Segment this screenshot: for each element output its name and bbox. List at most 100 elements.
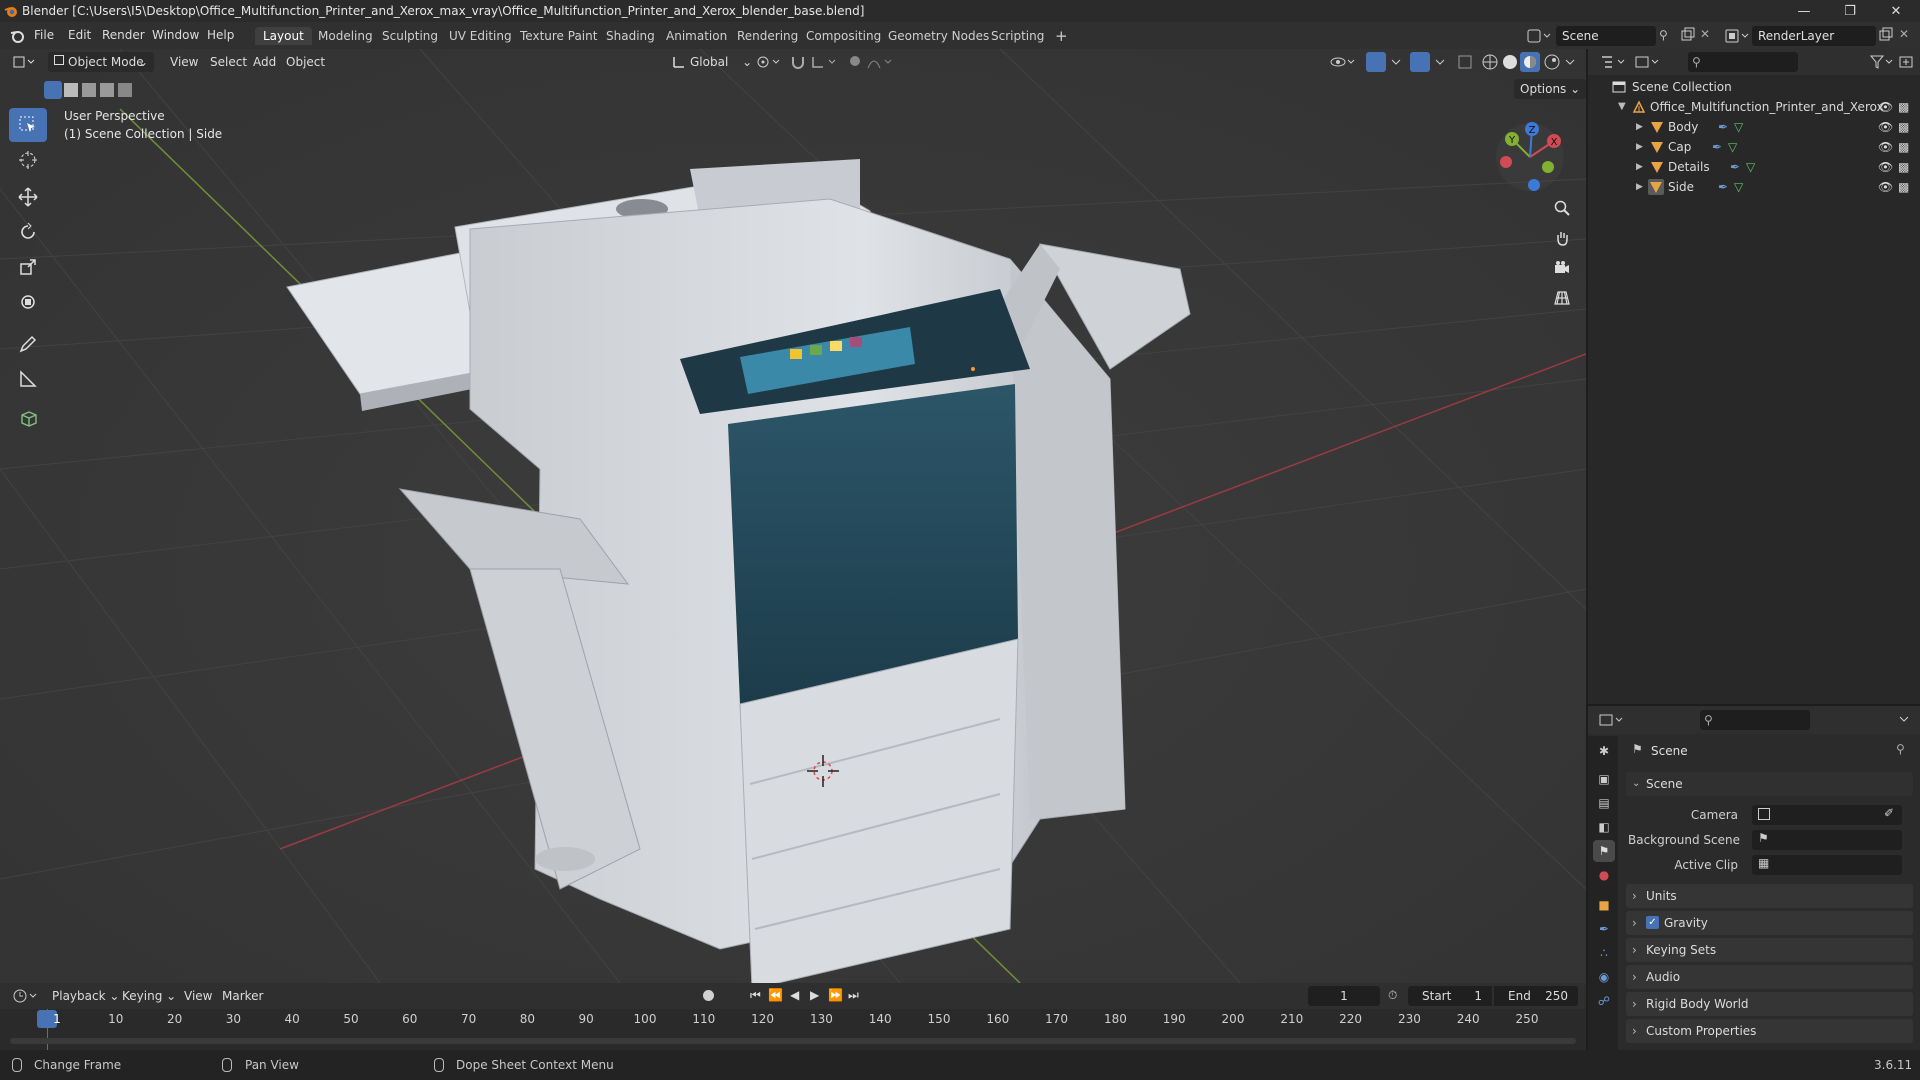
close-window-button[interactable]: ✕ [1874,0,1918,22]
blender-menu-icon[interactable] [9,28,25,43]
editor-type-icon[interactable] [12,54,38,70]
tab-view-layer[interactable]: ◧ [1593,816,1615,838]
render-layer-browse-icon[interactable] [1724,27,1750,45]
outliner-item-body[interactable]: ▶ Body ✒ ▽ 👁 ▩ [1588,117,1920,137]
wireframe-shading-icon[interactable] [1481,53,1499,71]
camera-render-icon[interactable]: ▩ [1898,177,1909,197]
tab-scripting[interactable]: Scripting [983,27,1052,45]
scale-tool[interactable] [9,250,47,284]
menu-add[interactable]: Add [247,52,282,72]
solid-shading-icon[interactable] [1501,53,1519,71]
tab-object[interactable]: ■ [1593,894,1615,916]
tab-tool[interactable]: ✱ [1593,740,1615,762]
select-box-tool[interactable] [9,108,47,142]
camera-render-icon[interactable]: ▩ [1898,97,1909,117]
panel-rigid-body-world[interactable]: › Rigid Body World [1626,992,1913,1016]
scene-browse-icon[interactable] [1526,27,1552,45]
eye-visibility-icon[interactable]: 👁 [1878,97,1893,117]
tab-rendering[interactable]: Rendering [729,27,806,45]
shading-dropdown-icon[interactable] [1564,54,1576,70]
material-preview-shading-icon[interactable] [1520,52,1540,72]
pin-icon[interactable]: ⚲ [1896,742,1905,756]
eye-visibility-icon[interactable]: 👁 [1878,157,1893,177]
pivot-point-icon[interactable] [756,55,784,69]
tab-compositing[interactable]: Compositing [798,27,889,45]
new-scene-icon[interactable] [1680,27,1696,43]
tab-uv-editing[interactable]: UV Editing [441,27,520,45]
eyedropper-icon[interactable]: ✐ [1884,806,1894,820]
overlays-toggle-icon[interactable] [1410,52,1430,72]
tab-sculpting[interactable]: Sculpting [374,27,446,45]
panel-audio[interactable]: › Audio [1626,965,1913,989]
tab-modeling[interactable]: Modeling [310,27,381,45]
outliner-collection[interactable]: ▼ Office_Multifunction_Printer_and_Xerox… [1588,97,1920,117]
properties-search-input[interactable]: ⚲ [1700,710,1810,730]
xray-toggle-icon[interactable] [1457,54,1473,70]
select-extend-icon[interactable] [64,83,78,97]
proportional-editing-icon[interactable] [850,56,860,66]
tab-geometry-nodes[interactable]: Geometry Nodes [880,27,997,45]
options-dropdown[interactable]: Options ⌄ [1514,79,1586,99]
tab-layout[interactable]: Layout [255,27,312,45]
properties-editor-type-icon[interactable] [1598,712,1626,728]
menu-help[interactable]: Help [207,28,234,42]
chevron-down-icon[interactable] [1898,712,1910,726]
scene-field[interactable]: Scene [1556,26,1656,46]
navigation-gizmo[interactable]: X Y Z [1490,117,1570,197]
zoom-button[interactable] [1549,195,1575,221]
active-clip-field[interactable]: ▦ [1752,855,1902,875]
outliner-search-input[interactable]: ⚲ [1688,52,1798,72]
menu-view[interactable]: View [164,52,204,72]
panel-custom-properties[interactable]: › Custom Properties [1626,1019,1913,1043]
transform-orientation-dropdown[interactable]: Global ⌄ [668,52,758,72]
pan-button[interactable] [1549,225,1575,251]
new-collection-icon[interactable] [1898,54,1914,70]
tab-particles[interactable]: ∴ [1593,942,1615,964]
new-view-layer-icon[interactable] [1878,27,1894,43]
tab-modifiers[interactable]: ✒ [1593,918,1615,940]
delete-scene-icon[interactable]: ✕ [1700,27,1710,41]
chevron-right-icon[interactable]: ▶ [1636,157,1643,177]
eye-visibility-icon[interactable]: 👁 [1878,137,1893,157]
gravity-checkbox[interactable]: ✓ [1646,916,1659,929]
camera-render-icon[interactable]: ▩ [1898,137,1909,157]
tab-output[interactable]: ▤ [1593,792,1615,814]
rotate-tool[interactable] [9,215,47,249]
camera-render-icon[interactable]: ▩ [1898,157,1909,177]
toggle-perspective-button[interactable] [1549,285,1575,311]
background-scene-field[interactable]: ⚑ [1752,830,1902,850]
select-new-icon[interactable] [44,81,62,99]
select-invert-icon[interactable] [100,83,114,97]
panel-scene[interactable]: ⌄ Scene [1626,772,1913,796]
chevron-right-icon[interactable]: ▶ [1636,117,1643,137]
tab-animation[interactable]: Animation [658,27,735,45]
menu-object[interactable]: Object [280,52,331,72]
tab-shading[interactable]: Shading [598,27,663,45]
restore-button[interactable]: ❐ [1828,0,1872,22]
filter-icon[interactable] [1870,54,1896,70]
gizmo-toggle-icon[interactable] [1366,52,1386,72]
pin-icon[interactable]: ⚲ [1659,28,1668,42]
tab-render[interactable]: ▣ [1593,768,1615,790]
menu-file[interactable]: File [34,28,54,42]
tab-texture-paint[interactable]: Texture Paint [512,27,605,45]
tab-constraints[interactable]: ☍ [1593,990,1615,1012]
overlays-dropdown-icon[interactable] [1434,54,1446,70]
gizmo-dropdown-icon[interactable] [1390,54,1402,70]
camera-field[interactable]: ✐ [1752,805,1902,825]
select-subtract-icon[interactable] [82,83,96,97]
outliner-item-cap[interactable]: ▶ Cap ✒ ▽ 👁 ▩ [1588,137,1920,157]
move-tool[interactable] [9,180,47,214]
chevron-down-icon[interactable]: ▼ [1618,97,1626,117]
tab-world[interactable]: ● [1593,864,1615,886]
timeline-scrollbar[interactable] [10,1038,1576,1044]
eye-visibility-icon[interactable]: 👁 [1878,177,1893,197]
camera-view-button[interactable] [1549,255,1575,281]
display-mode-icon[interactable] [1634,54,1662,70]
menu-select[interactable]: Select [204,52,253,72]
transform-tool[interactable] [9,285,47,319]
object-mode-dropdown[interactable]: Object Mode ⌄ [48,52,154,72]
visibility-selectability-icon[interactable] [1330,54,1358,70]
rendered-shading-icon[interactable] [1543,53,1561,71]
tab-physics[interactable]: ◉ [1593,966,1615,988]
